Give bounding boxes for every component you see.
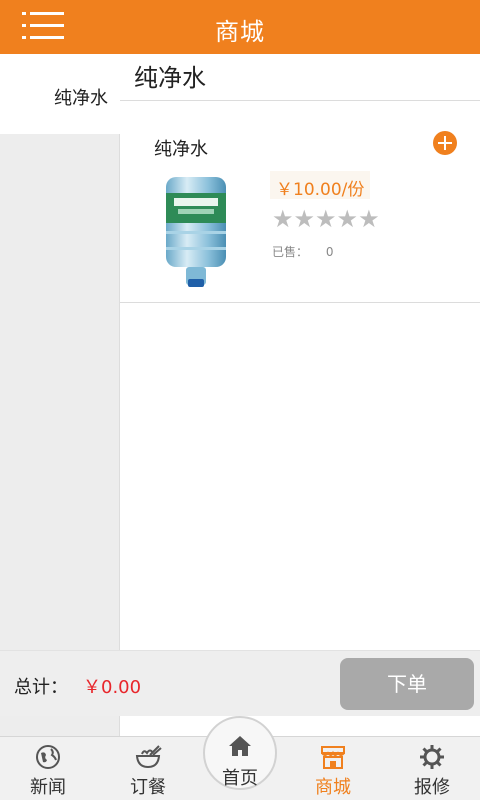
sold-info: 已售： 0	[272, 243, 333, 260]
product-name: 纯净水	[154, 139, 208, 160]
category-title: 纯净水	[134, 64, 206, 92]
globe-icon	[36, 745, 60, 769]
tab-repair[interactable]: 报修	[384, 737, 480, 800]
order-button[interactable]: 下单	[340, 658, 474, 710]
bowl-icon	[135, 745, 162, 769]
water-bottle-image[interactable]	[162, 171, 230, 289]
sidebar-item-pure-water[interactable]: 纯净水	[0, 54, 120, 134]
tab-news[interactable]: 新闻	[0, 737, 96, 800]
total-label: 总计：	[14, 677, 68, 698]
tab-label: 订餐	[130, 777, 166, 798]
product-price: ￥10.00/份	[270, 171, 371, 200]
tab-shop[interactable]: 商城	[285, 737, 381, 800]
plus-icon[interactable]	[433, 131, 457, 155]
rating-stars: ★★★★★	[272, 205, 380, 233]
app-header: 商城	[0, 0, 480, 54]
cart-bar: 总计： ￥0.00 下单	[0, 650, 480, 716]
tab-label: 首页	[222, 768, 258, 789]
sidebar-item-label: 纯净水	[54, 88, 108, 109]
sold-count: 0	[325, 245, 334, 259]
sold-label: 已售：	[272, 245, 309, 259]
shop-icon	[321, 746, 345, 769]
tab-label: 新闻	[30, 777, 66, 798]
gear-icon	[420, 745, 444, 769]
tab-label: 报修	[414, 777, 450, 798]
category-sidebar: 纯净水	[0, 54, 120, 736]
tab-home[interactable]: 首页	[203, 716, 277, 800]
page-title: 商城	[215, 18, 265, 46]
product-card[interactable]: 纯净水 ￥10.00/份 ★★★★★ 已售： 0	[120, 101, 480, 303]
tab-order-food[interactable]: 订餐	[100, 737, 196, 800]
total-value: ￥0.00	[83, 677, 142, 698]
home-icon	[229, 736, 251, 756]
tab-label: 商城	[315, 777, 351, 798]
